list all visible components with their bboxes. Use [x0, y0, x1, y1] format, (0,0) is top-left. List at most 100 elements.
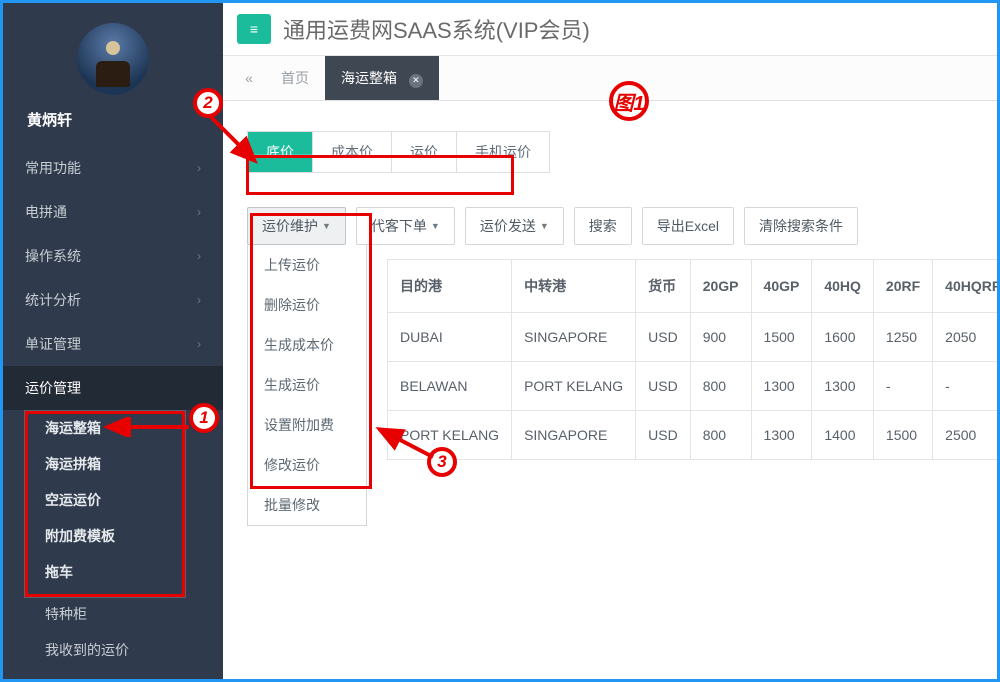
table-cell: 1250	[873, 313, 932, 362]
price-tab-base[interactable]: 底价	[248, 132, 313, 172]
sidebar-sub-air[interactable]: 空运运价	[3, 482, 223, 518]
table-cell: 1400	[812, 411, 874, 460]
table-row[interactable]: PORT KELANGSINGAPOREUSD80013001400150025…	[388, 411, 1000, 460]
col-20rf[interactable]: 20RF	[873, 260, 932, 313]
titlebar: ≡ 通用运费网SAAS系统(VIP会员)	[223, 3, 997, 56]
chevron-right-icon: ›	[197, 249, 201, 263]
tab-home[interactable]: 首页	[265, 56, 325, 100]
price-tab-rate[interactable]: 运价	[392, 132, 457, 172]
menu-item-delete[interactable]: 删除运价	[248, 285, 366, 325]
toolbar: 运价维护 ▼ 上传运价 删除运价 生成成本价 生成运价 设置附加费 修改运价 批…	[247, 207, 987, 245]
table-cell: 1300	[751, 362, 812, 411]
sidebar-item-label: 操作系统	[25, 246, 81, 266]
sidebar-item-common[interactable]: 常用功能 ›	[3, 146, 223, 190]
sidebar-item-stats[interactable]: 统计分析 ›	[3, 278, 223, 322]
hamburger-icon: ≡	[250, 21, 258, 37]
chevron-right-icon: ›	[197, 293, 201, 307]
menu-item-upload[interactable]: 上传运价	[248, 245, 366, 285]
sidebar-item-price[interactable]: 运价管理	[3, 366, 223, 410]
table-cell: 800	[690, 362, 751, 411]
sidebar-sub-special[interactable]: 特种柜	[3, 590, 223, 632]
menu-item-set-surcharge[interactable]: 设置附加费	[248, 405, 366, 445]
avatar[interactable]	[77, 23, 149, 95]
table-cell: 1500	[873, 411, 932, 460]
table-cell: USD	[636, 313, 691, 362]
table-row[interactable]: BELAWANPORT KELANGUSD80013001300----	[388, 362, 1000, 411]
send-rate-button[interactable]: 运价发送 ▼	[465, 207, 564, 245]
table-cell: 1500	[751, 313, 812, 362]
table-cell: -	[873, 362, 932, 411]
table-cell: 1300	[751, 411, 812, 460]
table-cell: -	[933, 362, 1000, 411]
table-cell: 1600	[812, 313, 874, 362]
sidebar: 黄炳轩 常用功能 › 电拼通 › 操作系统 › 统计分析 › 单证管理 › 运价…	[3, 3, 223, 679]
tabs-bar: « 首页 海运整箱 ✕	[223, 56, 997, 101]
table-cell: 900	[690, 313, 751, 362]
hamburger-button[interactable]: ≡	[237, 14, 271, 44]
table-cell: PORT KELANG	[512, 362, 636, 411]
table-cell: PORT KELANG	[388, 411, 512, 460]
caret-down-icon: ▼	[322, 221, 331, 231]
rate-table: 目的港 中转港 货币 20GP 40GP 40HQ 20RF 40HQRF 45…	[387, 259, 1000, 460]
col-40hqrf[interactable]: 40HQRF	[933, 260, 1000, 313]
sidebar-item-ops[interactable]: 操作系统 ›	[3, 234, 223, 278]
sidebar-item-dianpin[interactable]: 电拼通 ›	[3, 190, 223, 234]
col-40hq[interactable]: 40HQ	[812, 260, 874, 313]
caret-down-icon: ▼	[540, 221, 549, 231]
col-40gp[interactable]: 40GP	[751, 260, 812, 313]
table-cell: SINGAPORE	[512, 313, 636, 362]
menu-item-edit-rate[interactable]: 修改运价	[248, 445, 366, 485]
col-curr[interactable]: 货币	[636, 260, 691, 313]
sidebar-sub-received[interactable]: 我收到的运价	[3, 632, 223, 668]
button-label: 运价维护	[262, 216, 318, 236]
sidebar-sub-sea-lcl[interactable]: 海运拼箱	[3, 446, 223, 482]
clear-search-button[interactable]: 清除搜索条件	[744, 207, 858, 245]
table-cell: USD	[636, 411, 691, 460]
table-header-row: 目的港 中转港 货币 20GP 40GP 40HQ 20RF 40HQRF 45…	[388, 260, 1000, 313]
table-cell: USD	[636, 362, 691, 411]
sidebar-item-label: 单证管理	[25, 334, 81, 354]
tabs-scroll-left[interactable]: «	[233, 58, 265, 98]
chevron-right-icon: ›	[197, 337, 201, 351]
menu-item-batch-edit[interactable]: 批量修改	[248, 485, 366, 525]
export-excel-button[interactable]: 导出Excel	[642, 207, 734, 245]
table-cell: 2050	[933, 313, 1000, 362]
col-dest[interactable]: 目的港	[388, 260, 512, 313]
sidebar-sub-truck[interactable]: 拖车	[3, 554, 223, 590]
maintain-dropdown-button[interactable]: 运价维护 ▼	[247, 207, 346, 245]
search-button[interactable]: 搜索	[574, 207, 632, 245]
chevron-right-icon: ›	[197, 161, 201, 175]
price-tab-cost[interactable]: 成本价	[313, 132, 392, 172]
sidebar-item-label: 常用功能	[25, 158, 81, 178]
button-label: 运价发送	[480, 216, 536, 236]
main: ≡ 通用运费网SAAS系统(VIP会员) « 首页 海运整箱 ✕ 底价 成本价 …	[223, 3, 997, 679]
page-title: 通用运费网SAAS系统(VIP会员)	[283, 13, 590, 45]
sidebar-item-label: 运价管理	[25, 378, 81, 398]
avatar-block	[3, 3, 223, 101]
table-cell: 2500	[933, 411, 1000, 460]
sidebar-item-label: 电拼通	[25, 202, 67, 222]
menu-item-gen-cost[interactable]: 生成成本价	[248, 325, 366, 365]
col-20gp[interactable]: 20GP	[690, 260, 751, 313]
agent-order-button[interactable]: 代客下单 ▼	[356, 207, 455, 245]
sidebar-item-doc[interactable]: 单证管理 ›	[3, 322, 223, 366]
table-row[interactable]: DUBAISINGAPOREUSD90015001600125020502200…	[388, 313, 1000, 362]
menu-item-gen-rate[interactable]: 生成运价	[248, 365, 366, 405]
tab-close-icon[interactable]: ✕	[409, 74, 423, 88]
table-cell: 1300	[812, 362, 874, 411]
sidebar-sub-sea-fcl[interactable]: 海运整箱	[3, 410, 223, 446]
username: 黄炳轩	[3, 101, 223, 146]
table-cell: 800	[690, 411, 751, 460]
tab-sea-fcl[interactable]: 海运整箱 ✕	[325, 56, 439, 100]
sidebar-item-label: 统计分析	[25, 290, 81, 310]
price-tabs: 底价 成本价 运价 手机运价	[247, 131, 550, 173]
sidebar-sub-surcharge-tpl[interactable]: 附加费模板	[3, 518, 223, 554]
col-via[interactable]: 中转港	[512, 260, 636, 313]
button-label: 代客下单	[371, 216, 427, 236]
chevron-right-icon: ›	[197, 205, 201, 219]
maintain-dropdown-menu: 上传运价 删除运价 生成成本价 生成运价 设置附加费 修改运价 批量修改	[247, 245, 367, 526]
table-cell: BELAWAN	[388, 362, 512, 411]
table-cell: SINGAPORE	[512, 411, 636, 460]
price-tab-mobile[interactable]: 手机运价	[457, 132, 549, 172]
table-cell: DUBAI	[388, 313, 512, 362]
